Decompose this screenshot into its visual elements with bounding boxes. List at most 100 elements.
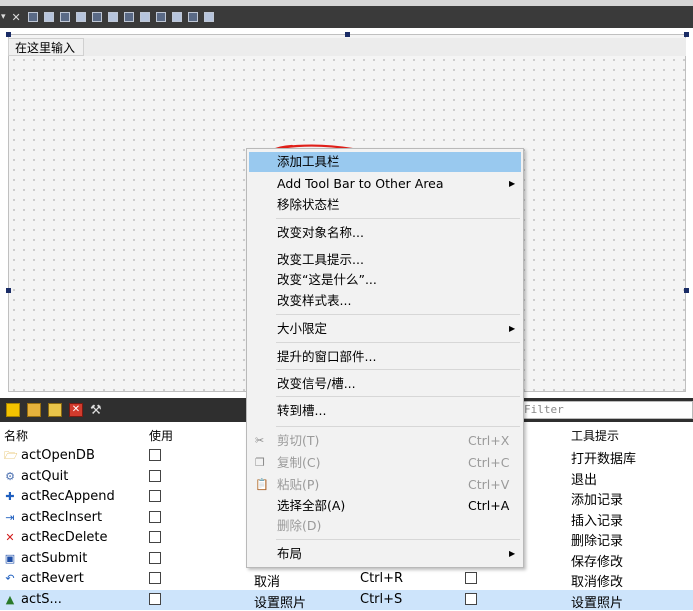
resize-handle[interactable] (684, 288, 689, 293)
used-checkbox[interactable] (149, 531, 161, 543)
action-name: actS... (21, 591, 62, 607)
action-name: actRecAppend (21, 489, 115, 504)
form-menu-bar[interactable] (8, 38, 686, 56)
used-checkbox[interactable] (149, 449, 161, 461)
menu-item-label: Add Tool Bar to Other Area (277, 176, 444, 191)
column-header-tooltip[interactable]: 工具提示 (571, 427, 619, 444)
plus-icon: ✚ (5, 490, 15, 503)
used-checkbox[interactable] (149, 490, 161, 502)
menu-item[interactable]: 布局 ▶ (249, 544, 521, 564)
resize-handle[interactable] (6, 32, 11, 37)
layout-horizontal-icon[interactable] (91, 12, 102, 22)
menu-separator (276, 218, 520, 219)
quit-icon: ⚙ (5, 469, 15, 483)
type-here-menu[interactable]: 在这里输入 (8, 38, 84, 56)
menu-item-label: 剪切(T) (277, 433, 320, 448)
folder-open-icon: 🗁 (4, 449, 18, 462)
menu-item: ✂ 剪切(T) Ctrl+X (249, 431, 521, 451)
layout-vertical-icon[interactable] (107, 12, 118, 22)
checkable-checkbox[interactable] (465, 592, 477, 605)
checkable-checkbox[interactable] (465, 572, 477, 584)
used-checkbox[interactable] (149, 572, 161, 584)
menu-item[interactable]: 改变样式表... (249, 291, 521, 311)
toolbar-tool-icon[interactable] (59, 12, 70, 22)
filter-input[interactable]: Filter (520, 401, 693, 419)
menu-item[interactable]: 移除状态栏 (249, 195, 521, 215)
photo-icon: ▲ (5, 592, 15, 606)
toolbar-tool-icon[interactable] (75, 12, 86, 22)
undo-icon: ↶ (5, 572, 15, 585)
action-name: actSubmit (21, 550, 88, 566)
menu-item[interactable]: 选择全部(A) Ctrl+A (249, 496, 521, 516)
action-tooltip: 退出 (571, 472, 598, 488)
layout-splitter-icon[interactable] (139, 12, 150, 22)
menu-item[interactable]: 大小限定 ▶ (249, 319, 521, 339)
break-layout-icon[interactable] (187, 12, 198, 22)
menu-item[interactable]: 改变工具提示... (249, 250, 521, 270)
table-row[interactable]: ↶ actRevert 取消 Ctrl+R 取消修改 (0, 569, 693, 590)
action-text: 取消 (254, 575, 281, 590)
used-checkbox[interactable] (149, 592, 161, 605)
resize-handle[interactable] (684, 32, 689, 37)
used-checkbox[interactable] (149, 469, 161, 482)
action-name: actRecInsert (21, 509, 103, 525)
layout-form-icon[interactable] (171, 12, 182, 22)
designer-toolbar: ▾ ✕ (0, 6, 693, 28)
menu-item: ❐ 复制(C) Ctrl+C (249, 453, 521, 473)
menu-item-shortcut: Ctrl+V (468, 477, 510, 492)
menu-item[interactable]: Add Tool Bar to Other Area ▶ (249, 174, 521, 194)
resize-handle[interactable] (345, 32, 350, 37)
column-header-name[interactable]: 名称 (4, 427, 28, 444)
submenu-arrow-icon: ▶ (509, 324, 516, 333)
toolbar-tool-icon[interactable] (43, 12, 54, 22)
action-shortcut: Ctrl+S (360, 591, 403, 607)
menu-item-label: 转到槽... (277, 403, 327, 418)
close-icon[interactable]: ✕ (12, 11, 21, 24)
menu-item-label: 粘贴(P) (277, 477, 320, 492)
menu-separator (276, 396, 520, 397)
action-tooltip: 插入记录 (571, 513, 624, 529)
menu-item[interactable]: 改变信号/槽... (249, 374, 521, 394)
table-row[interactable]: ▲ actS... 设置照片 Ctrl+S 设置照片 (0, 589, 693, 611)
delete-action-icon[interactable]: ✕ (69, 403, 83, 417)
toolbar-overflow-icon[interactable]: ▾ (1, 12, 6, 22)
column-header-used[interactable]: 使用 (149, 427, 173, 444)
menu-item-label: 提升的窗口部件... (277, 349, 377, 364)
resize-handle[interactable] (6, 288, 11, 293)
new-action-icon[interactable] (6, 403, 20, 417)
action-tooltip: 删除记录 (571, 534, 624, 549)
menu-item-label: 改变“这是什么”... (277, 272, 377, 287)
submenu-arrow-icon: ▶ (509, 549, 516, 558)
context-menu: 添加工具栏 Add Tool Bar to Other Area ▶ 移除状态栏改变对… (246, 148, 524, 568)
menu-item-label: 布局 (277, 546, 303, 561)
menu-item-label: 复制(C) (277, 455, 321, 470)
menu-item[interactable]: 提升的窗口部件... (249, 347, 521, 367)
adjust-size-icon[interactable] (203, 12, 214, 22)
action-tooltip: 设置照片 (571, 595, 624, 611)
menu-separator (276, 539, 520, 540)
menu-item-label: 改变信号/槽... (277, 376, 356, 391)
toolbar-tool-icon[interactable] (27, 12, 38, 22)
wrench-icon[interactable]: ⚒ (90, 403, 104, 418)
layout-grid-icon[interactable] (155, 12, 166, 22)
menu-item[interactable]: 添加工具栏 (249, 152, 521, 172)
copy-action-icon[interactable] (48, 403, 62, 417)
menu-item[interactable]: 转到槽... (249, 401, 521, 421)
menu-item-label: 选择全部(A) (277, 498, 346, 513)
used-checkbox[interactable] (149, 510, 161, 523)
menu-item-label: 改变工具提示... (277, 252, 364, 267)
submenu-arrow-icon: ▶ (509, 179, 516, 188)
action-tooltip: 取消修改 (571, 575, 624, 590)
menu-item: 📋 粘贴(P) Ctrl+V (249, 475, 521, 495)
used-checkbox[interactable] (149, 551, 161, 564)
menu-item-label: 移除状态栏 (277, 197, 340, 212)
open-icon[interactable] (27, 403, 41, 417)
menu-separator (276, 342, 520, 343)
menu-item[interactable]: 改变对象名称... (249, 223, 521, 243)
action-name: actOpenDB (21, 448, 95, 463)
menu-separator (276, 426, 520, 427)
menu-item: 删除(D) (249, 516, 521, 536)
menu-item[interactable]: 改变“这是什么”... (249, 270, 521, 290)
menu-separator (276, 369, 520, 370)
layout-splitter-icon[interactable] (123, 12, 134, 22)
